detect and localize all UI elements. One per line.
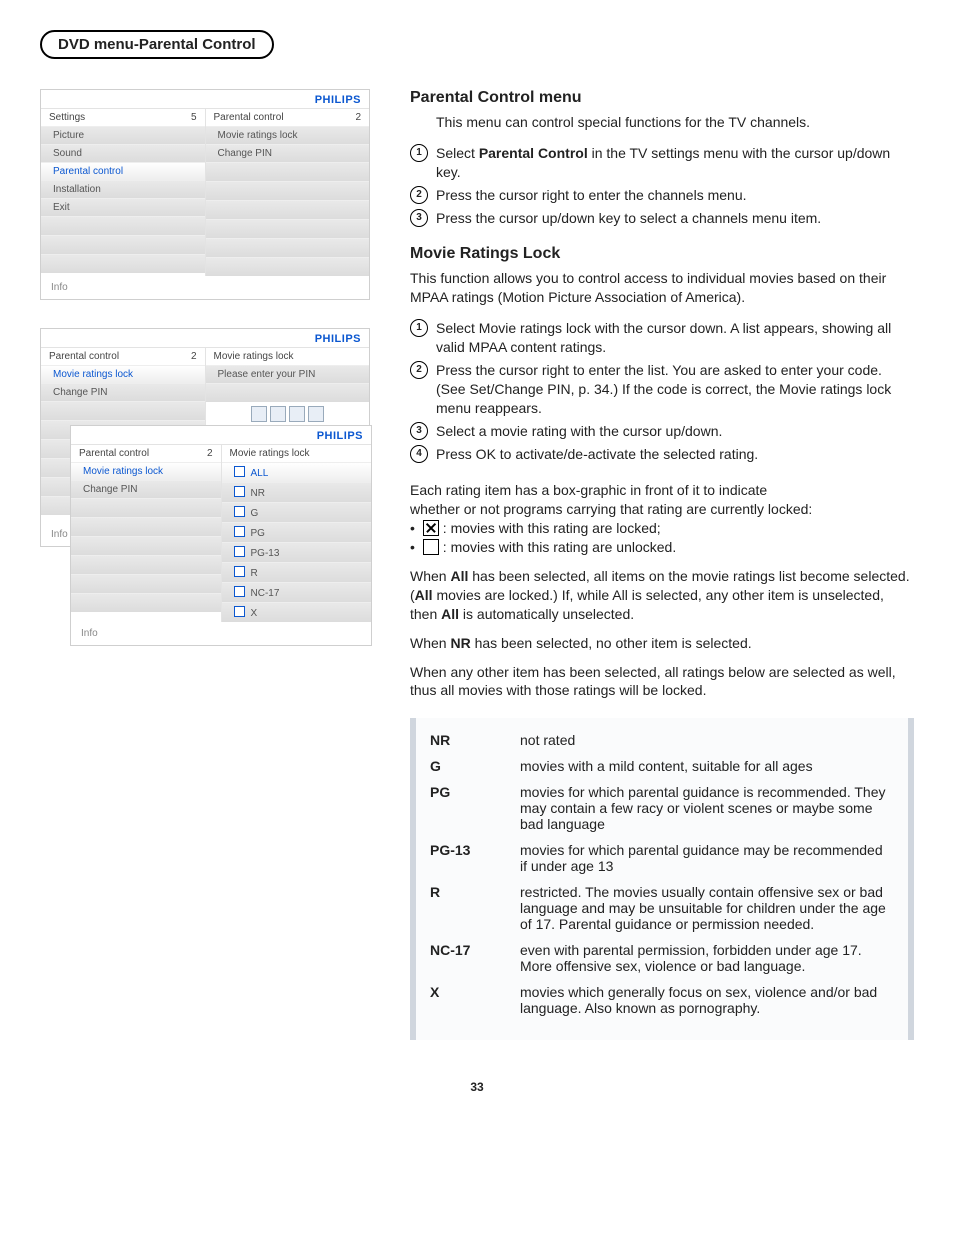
section-intro: This menu can control special functions … xyxy=(436,113,914,132)
step-item: 4Press OK to activate/de-activate the se… xyxy=(410,443,914,466)
menu-item[interactable]: PG xyxy=(222,522,372,542)
rating-key: PG-13 xyxy=(430,842,502,874)
rating-key: NC-17 xyxy=(430,942,502,974)
checkbox-icon xyxy=(234,546,245,557)
section-heading: Parental Control menu xyxy=(410,89,914,107)
rating-row: NC-17 even with parental permission, forb… xyxy=(430,942,890,974)
menu-item[interactable]: Change PIN xyxy=(71,480,221,498)
paragraph: When NR has been selected, no other item… xyxy=(410,634,914,653)
step-list: 1Select Movie ratings lock with the curs… xyxy=(410,317,914,465)
section-intro: This function allows you to control acce… xyxy=(410,269,914,307)
rating-desc: even with parental permission, forbidden… xyxy=(520,942,890,974)
info-bar: Info xyxy=(41,276,369,299)
step-item: 3Press the cursor up/down key to select … xyxy=(410,207,914,230)
rating-desc: movies which generally focus on sex, vio… xyxy=(520,984,890,1016)
tv-screenshot-settings: PHILIPS Settings5 PictureSoundParental c… xyxy=(40,89,370,300)
brand-logo: PHILIPS xyxy=(71,426,371,444)
menu-item[interactable]: Movie ratings lock xyxy=(71,462,221,480)
menu-item[interactable]: Picture xyxy=(41,126,205,144)
menu-item[interactable]: Change PIN xyxy=(41,383,205,401)
unlocked-icon xyxy=(423,539,439,555)
rating-desc: movies for which parental guidance may b… xyxy=(520,842,890,874)
panel-title: Settings xyxy=(49,112,85,123)
page-title: DVD menu-Parental Control xyxy=(40,30,274,59)
panel-title: Movie ratings lock xyxy=(214,351,294,362)
step-item: 1Select Parental Control in the TV setti… xyxy=(410,142,914,184)
ratings-table: NR not rated Gmovies with a mild content, … xyxy=(410,718,914,1040)
locked-icon xyxy=(423,520,439,536)
checkbox-icon xyxy=(234,486,245,497)
rating-row: PG movies for which parental guidance is … xyxy=(430,784,890,832)
checkbox-icon xyxy=(234,586,245,597)
step-item: 1Select Movie ratings lock with the curs… xyxy=(410,317,914,359)
rating-desc: restricted. The movies usually contain o… xyxy=(520,884,890,932)
checkbox-icon xyxy=(234,526,245,537)
panel-count: 2 xyxy=(207,448,213,459)
step-item: 2Press the cursor right to enter the lis… xyxy=(410,359,914,420)
panel-count: 5 xyxy=(191,112,197,123)
page-number: 33 xyxy=(40,1080,914,1094)
paragraph: When All has been selected, all items on… xyxy=(410,567,914,624)
panel-title: Parental control xyxy=(79,448,149,459)
menu-item[interactable]: X xyxy=(222,602,372,622)
rating-key: R xyxy=(430,884,502,932)
screenshots-column: PHILIPS Settings5 PictureSoundParental c… xyxy=(40,89,370,824)
paragraph: Each rating item has a box-graphic in fr… xyxy=(410,481,914,557)
tv-screenshot-ratings: PHILIPS Parental control 2 Movie ratings … xyxy=(70,425,372,646)
rating-row: NR not rated xyxy=(430,732,890,748)
rating-key: X xyxy=(430,984,502,1016)
section-heading: Movie Ratings Lock xyxy=(410,245,914,263)
menu-item[interactable]: Installation xyxy=(41,180,205,198)
rating-key: G xyxy=(430,758,502,774)
menu-item[interactable]: Sound xyxy=(41,144,205,162)
rating-row: Xmovies which generally focus on sex, vi… xyxy=(430,984,890,1016)
rating-row: PG-13 movies for which parental guidance … xyxy=(430,842,890,874)
rating-row: Rrestricted. The movies usually contain … xyxy=(430,884,890,932)
checkbox-icon xyxy=(234,506,245,517)
menu-item[interactable]: NR xyxy=(222,482,372,502)
rating-key: PG xyxy=(430,784,502,832)
menu-item[interactable]: Exit xyxy=(41,198,205,216)
menu-item[interactable]: NC-17 xyxy=(222,582,372,602)
panel-title: Movie ratings lock xyxy=(230,448,310,459)
checkbox-icon xyxy=(234,466,245,477)
panel-title: Parental control xyxy=(49,351,119,362)
checkbox-icon xyxy=(234,606,245,617)
rating-desc: movies with a mild content, suitable for… xyxy=(520,758,890,774)
panel-count: 2 xyxy=(191,351,197,362)
step-item: 3Select a movie rating with the cursor u… xyxy=(410,420,914,443)
checkbox-icon xyxy=(234,566,245,577)
menu-item[interactable]: ALL xyxy=(222,462,372,482)
rating-desc: movies for which parental guidance is re… xyxy=(520,784,890,832)
menu-item[interactable]: R xyxy=(222,562,372,582)
rating-desc: not rated xyxy=(520,732,890,748)
rating-key: NR xyxy=(430,732,502,748)
menu-item[interactable]: Movie ratings lock xyxy=(206,126,370,144)
brand-logo: PHILIPS xyxy=(41,329,369,347)
step-item: 2Press the cursor right to enter the cha… xyxy=(410,184,914,207)
menu-item[interactable]: Movie ratings lock xyxy=(41,365,205,383)
document-body: Parental Control menu This menu can cont… xyxy=(410,89,914,1040)
pin-prompt: Please enter your PIN xyxy=(206,365,370,383)
brand-logo: PHILIPS xyxy=(41,90,369,108)
panel-count: 2 xyxy=(355,112,361,123)
menu-item[interactable]: PG-13 xyxy=(222,542,372,562)
paragraph: When any other item has been selected, a… xyxy=(410,663,914,701)
menu-item[interactable]: G xyxy=(222,502,372,522)
menu-item[interactable]: Parental control xyxy=(41,162,205,180)
menu-item[interactable]: Change PIN xyxy=(206,144,370,162)
panel-title: Parental control xyxy=(214,112,284,123)
info-bar: Info xyxy=(71,622,371,645)
step-list: 1Select Parental Control in the TV setti… xyxy=(410,142,914,230)
rating-row: Gmovies with a mild content, suitable fo… xyxy=(430,758,890,774)
